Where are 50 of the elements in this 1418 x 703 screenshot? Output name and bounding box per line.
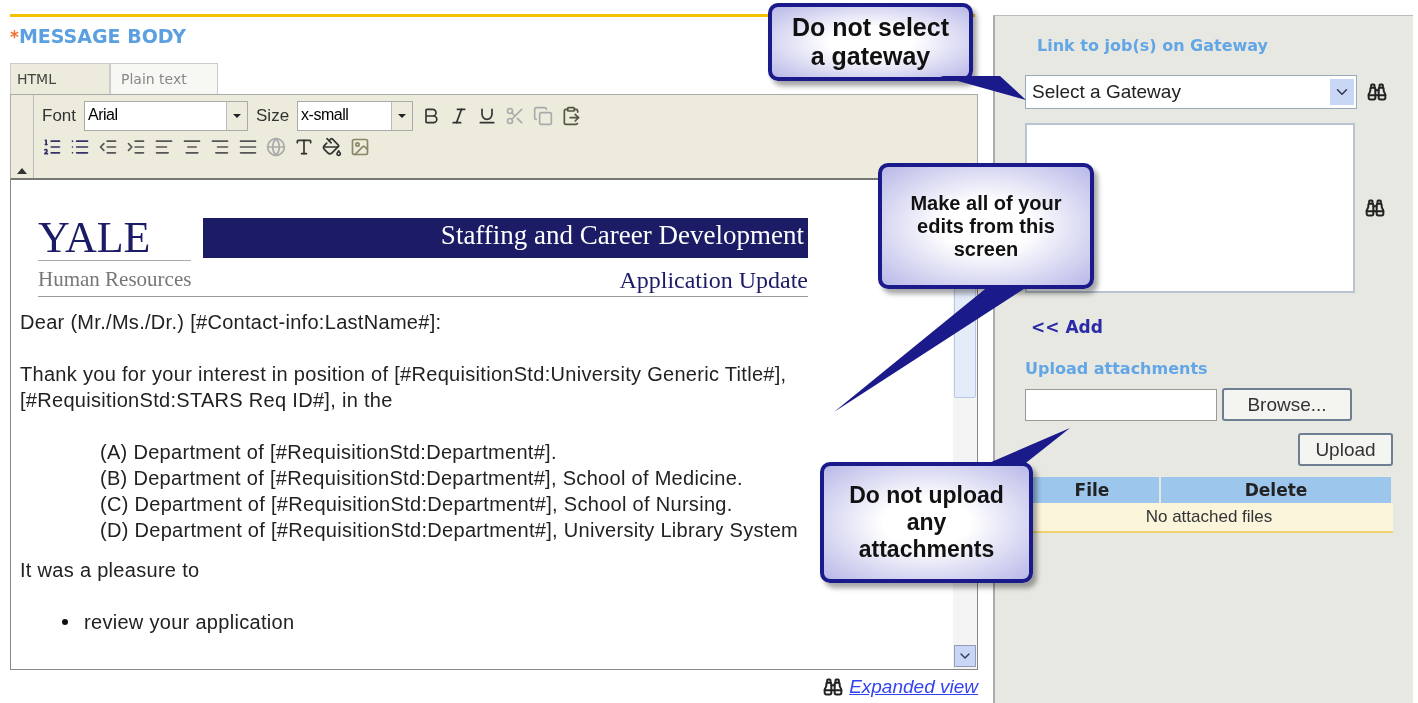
letter-subtitle: Application Update	[618, 266, 808, 294]
image-icon[interactable]	[350, 137, 370, 157]
required-mark: *	[10, 27, 19, 47]
editor-tab[interactable]: HTML	[10, 63, 110, 94]
size-label: Size	[256, 106, 290, 126]
outdent-icon[interactable]	[98, 137, 118, 157]
bullet-dot	[62, 619, 68, 625]
instruction-tooltip: Do not upload any attachments	[820, 462, 1033, 583]
department-text: Human Resources	[38, 266, 192, 293]
letter-paragraph: Thank you for your interest in position of [#RequisitionStd:University Generic Title#], [#RequisitionStd:STARS Req ID#], in the	[20, 362, 788, 413]
instruction-tooltip: Do not select a gateway	[768, 3, 973, 81]
letter-paragraph: It was a pleasure to	[20, 558, 201, 583]
binoculars-icon[interactable]	[1365, 198, 1385, 218]
instruction-tooltip: Make all of your edits from this screen	[878, 163, 1094, 289]
add-link[interactable]: << Add	[1031, 317, 1103, 337]
caret-icon	[398, 114, 407, 118]
letter-paragraph: Dear (Mr./Ms./Dr.) [#Contact-info:LastName#]:	[20, 310, 443, 335]
font-select[interactable]: Arial	[84, 101, 249, 131]
font-label: Font	[42, 106, 77, 126]
numbered-list-icon[interactable]	[42, 137, 62, 157]
letterhead-banner: Staffing and Career Development	[203, 218, 808, 258]
align-left-icon[interactable]	[154, 137, 174, 157]
attachments-heading: Upload attachments	[1025, 359, 1209, 378]
expanded-view-link[interactable]: Expanded view	[849, 676, 978, 698]
letter-list-item: (C) Department of [#RequisitionStd:Department#], School of Nursing.	[100, 492, 733, 517]
letter-list-item: (B) Department of [#RequisitionStd:Department#], School of Medicine.	[100, 466, 743, 491]
collapse-icon[interactable]	[17, 168, 27, 174]
browse-button[interactable]: Browse...	[1222, 388, 1352, 421]
fill-color-icon[interactable]	[322, 137, 342, 157]
text-color-icon[interactable]	[294, 137, 314, 157]
size-select[interactable]: x-small	[297, 101, 414, 131]
indent-icon[interactable]	[126, 137, 146, 157]
caret-icon	[233, 114, 242, 118]
align-center-icon[interactable]	[182, 137, 202, 157]
gateway-select[interactable]: Select a Gateway	[1025, 75, 1357, 109]
justify-icon[interactable]	[238, 137, 258, 157]
gateway-heading: Link to job(s) on Gateway	[1037, 36, 1270, 55]
paste-icon[interactable]	[561, 106, 582, 126]
letter-list-item: (D) Department of [#RequisitionStd:Department#], University Library System	[100, 518, 798, 543]
binoculars-icon[interactable]	[823, 677, 844, 697]
logo-text: YALE	[38, 216, 192, 261]
letter-list-item: review your application	[84, 610, 295, 635]
bullet-list-icon[interactable]	[70, 137, 90, 157]
upload-button[interactable]: Upload	[1298, 433, 1393, 466]
file-input-field[interactable]	[1025, 388, 1217, 421]
section-title: MESSAGE BODY	[18, 25, 186, 47]
letter-list-item: (A) Department of [#RequisitionStd:Department#].	[100, 440, 557, 465]
column-header: Delete	[1161, 477, 1393, 503]
binoculars-icon[interactable]	[1367, 82, 1387, 102]
align-right-icon[interactable]	[210, 137, 230, 157]
